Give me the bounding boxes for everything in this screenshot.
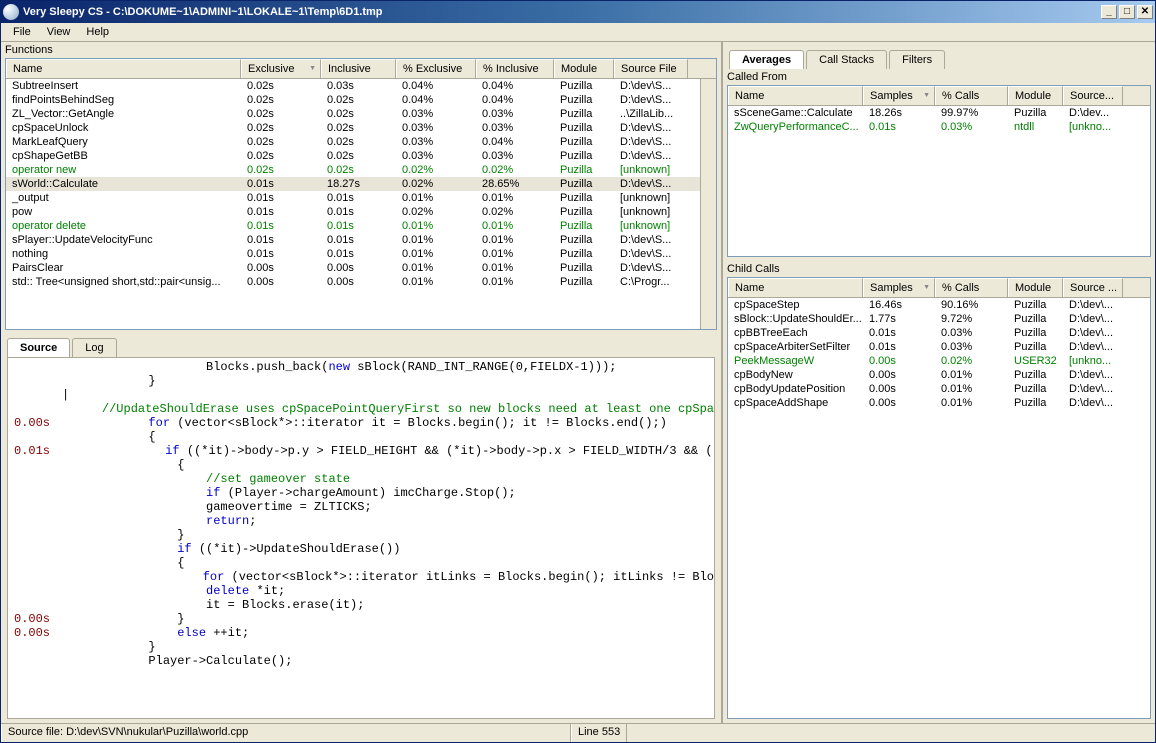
maximize-button[interactable]: □ — [1119, 5, 1135, 19]
col-header[interactable]: % Exclusive — [396, 59, 476, 78]
col-header[interactable]: % Calls — [935, 86, 1008, 105]
table-row[interactable]: _output0.01s0.01s0.01%0.01%Puzilla[unkno… — [6, 191, 700, 205]
tab-callstacks[interactable]: Call Stacks — [806, 50, 887, 69]
table-row[interactable]: cpShapeGetBB0.02s0.02s0.03%0.03%PuzillaD… — [6, 149, 700, 163]
table-row[interactable]: operator delete0.01s0.01s0.01%0.01%Puzil… — [6, 219, 700, 233]
table-row[interactable]: operator new0.02s0.02s0.02%0.02%Puzilla[… — [6, 163, 700, 177]
col-header[interactable]: Inclusive — [321, 59, 396, 78]
called-from-table: NameSamples% CallsModuleSource... sScene… — [727, 85, 1151, 257]
col-header[interactable]: Source... — [1063, 86, 1123, 105]
col-header[interactable]: Name — [728, 86, 863, 105]
right-tabs: Averages Call Stacks Filters — [723, 42, 1155, 69]
source-view-container: Blocks.push_back(new sBlock(RAND_INT_RAN… — [7, 357, 715, 719]
col-header[interactable]: Source File — [614, 59, 688, 78]
source-line[interactable]: 0.01s if ((*it)->body->p.y > FIELD_HEIGH… — [8, 444, 714, 458]
table-row[interactable]: ZwQueryPerformanceC...0.01s0.03%ntdll[un… — [728, 120, 1150, 134]
source-line[interactable]: } — [8, 528, 714, 542]
source-line[interactable]: { — [8, 430, 714, 444]
col-header[interactable]: % Calls — [935, 278, 1008, 297]
statusbar: Source file: D:\dev\SVN\nukular\Puzilla\… — [1, 723, 1155, 742]
col-header[interactable]: Exclusive — [241, 59, 321, 78]
table-row[interactable]: cpSpaceStep16.46s90.16%PuzillaD:\dev\... — [728, 298, 1150, 312]
tab-source[interactable]: Source — [7, 338, 70, 357]
table-row[interactable]: sPlayer::UpdateVelocityFunc0.01s0.01s0.0… — [6, 233, 700, 247]
source-line[interactable]: //UpdateShouldErase uses cpSpacePointQue… — [8, 402, 714, 416]
source-line[interactable]: Player->Calculate(); — [8, 654, 714, 668]
tab-log[interactable]: Log — [72, 338, 116, 357]
menu-view[interactable]: View — [39, 24, 79, 40]
table-row[interactable]: cpBodyNew0.00s0.01%PuzillaD:\dev\... — [728, 368, 1150, 382]
source-line[interactable]: return; — [8, 514, 714, 528]
table-row[interactable]: sSceneGame::Calculate18.26s99.97%Puzilla… — [728, 106, 1150, 120]
col-header[interactable]: % Inclusive — [476, 59, 554, 78]
table-row[interactable]: cpBBTreeEach0.01s0.03%PuzillaD:\dev\... — [728, 326, 1150, 340]
col-header[interactable]: Samples — [863, 86, 935, 105]
table-row[interactable]: PeekMessageW0.00s0.02%USER32[unkno... — [728, 354, 1150, 368]
titlebar[interactable]: Very Sleepy CS - C:\DOKUME~1\ADMINI~1\LO… — [1, 1, 1155, 23]
menubar: File View Help — [1, 23, 1155, 42]
table-row[interactable]: std:: Tree<unsigned short,std::pair<unsi… — [6, 275, 700, 289]
source-line[interactable]: gameovertime = ZLTICKS; — [8, 500, 714, 514]
source-line[interactable]: Blocks.push_back(new sBlock(RAND_INT_RAN… — [8, 360, 714, 374]
col-header[interactable]: Source ... — [1063, 278, 1123, 297]
child-calls-table: NameSamples% CallsModuleSource ... cpSpa… — [727, 277, 1151, 719]
table-row[interactable]: ZL_Vector::GetAngle0.02s0.02s0.03%0.03%P… — [6, 107, 700, 121]
table-row[interactable]: cpSpaceUnlock0.02s0.02s0.03%0.03%Puzilla… — [6, 121, 700, 135]
scrollbar[interactable] — [700, 79, 716, 329]
window-title: Very Sleepy CS - C:\DOKUME~1\ADMINI~1\LO… — [23, 6, 1101, 18]
col-header[interactable]: Name — [728, 278, 863, 297]
source-view[interactable]: Blocks.push_back(new sBlock(RAND_INT_RAN… — [8, 358, 714, 718]
functions-table: NameExclusiveInclusive% Exclusive% Inclu… — [5, 58, 717, 330]
table-row[interactable]: sBlock::UpdateShouldEr...1.77s9.72%Puzil… — [728, 312, 1150, 326]
source-line[interactable]: 0.00s } — [8, 612, 714, 626]
source-line[interactable]: { — [8, 458, 714, 472]
table-row[interactable]: SubtreeInsert0.02s0.03s0.04%0.04%Puzilla… — [6, 79, 700, 93]
source-line[interactable]: delete *it; — [8, 584, 714, 598]
col-header[interactable]: Samples — [863, 278, 935, 297]
col-header[interactable]: Name — [6, 59, 241, 78]
status-file: Source file: D:\dev\SVN\nukular\Puzilla\… — [1, 724, 571, 742]
menu-file[interactable]: File — [5, 24, 39, 40]
source-tabs: Source Log — [1, 334, 721, 357]
col-header[interactable]: Module — [1008, 86, 1063, 105]
source-line[interactable]: 0.00s else ++it; — [8, 626, 714, 640]
source-line[interactable]: it = Blocks.erase(it); — [8, 598, 714, 612]
table-row[interactable]: cpSpaceAddShape0.00s0.01%PuzillaD:\dev\.… — [728, 396, 1150, 410]
table-row[interactable]: pow0.01s0.01s0.02%0.02%Puzilla[unknown] — [6, 205, 700, 219]
table-row[interactable]: nothing0.01s0.01s0.01%0.01%PuzillaD:\dev… — [6, 247, 700, 261]
tab-filters[interactable]: Filters — [889, 50, 945, 69]
called-from-label: Called From — [723, 69, 1155, 85]
source-line[interactable]: } — [8, 640, 714, 654]
source-line[interactable]: if ((*it)->UpdateShouldErase()) — [8, 542, 714, 556]
source-line[interactable]: //set gameover state — [8, 472, 714, 486]
menu-help[interactable]: Help — [78, 24, 117, 40]
table-row[interactable]: sWorld::Calculate0.01s18.27s0.02%28.65%P… — [6, 177, 700, 191]
minimize-button[interactable]: _ — [1101, 5, 1117, 19]
child-calls-label: Child Calls — [723, 261, 1155, 277]
table-row[interactable]: cpSpaceArbiterSetFilter0.01s0.03%Puzilla… — [728, 340, 1150, 354]
source-line[interactable]: 0.00s for (vector<sBlock*>::iterator it … — [8, 416, 714, 430]
col-header[interactable]: Module — [554, 59, 614, 78]
source-line[interactable]: } — [8, 374, 714, 388]
table-row[interactable]: PairsClear0.00s0.00s0.01%0.01%PuzillaD:\… — [6, 261, 700, 275]
functions-label: Functions — [1, 42, 721, 58]
source-line[interactable]: { — [8, 556, 714, 570]
close-button[interactable]: ✕ — [1137, 5, 1153, 19]
source-line[interactable]: for (vector<sBlock*>::iterator itLinks =… — [8, 570, 714, 584]
table-row[interactable]: cpBodyUpdatePosition0.00s0.01%PuzillaD:\… — [728, 382, 1150, 396]
status-line: Line 553 — [571, 724, 627, 742]
col-header[interactable]: Module — [1008, 278, 1063, 297]
source-line[interactable]: if (Player->chargeAmount) imcCharge.Stop… — [8, 486, 714, 500]
table-row[interactable]: MarkLeafQuery0.02s0.02s0.03%0.04%Puzilla… — [6, 135, 700, 149]
tab-averages[interactable]: Averages — [729, 50, 804, 69]
table-row[interactable]: findPointsBehindSeg0.02s0.02s0.04%0.04%P… — [6, 93, 700, 107]
source-line[interactable]: | — [8, 388, 714, 402]
app-icon — [3, 4, 19, 20]
